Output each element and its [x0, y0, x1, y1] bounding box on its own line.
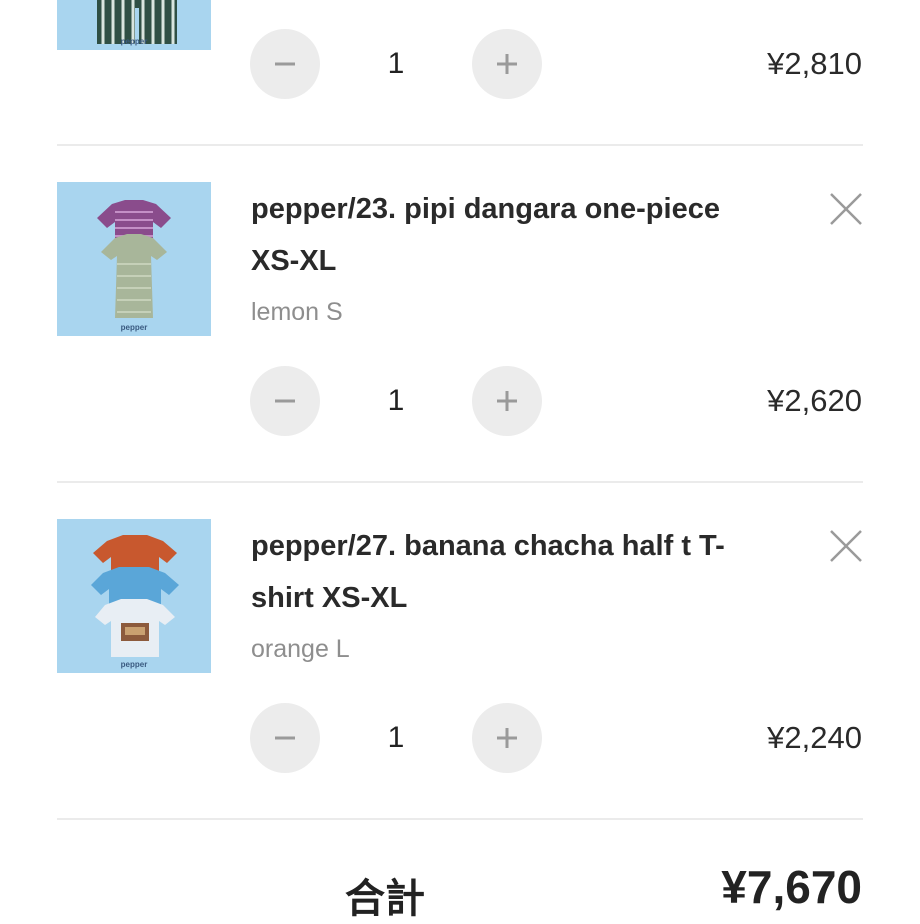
minus-icon: [275, 399, 295, 403]
increase-quantity-button[interactable]: [472, 366, 542, 436]
cart-item: pepper 1 ¥2,810: [0, 0, 920, 144]
product-variant: lemon S: [251, 298, 343, 326]
remove-item-button[interactable]: [828, 191, 864, 227]
minus-icon: [275, 736, 295, 740]
increase-quantity-button[interactable]: [472, 703, 542, 773]
product-brand-label: pepper: [120, 323, 148, 332]
dress-image: [97, 200, 171, 318]
increase-quantity-button[interactable]: [472, 29, 542, 99]
divider: [57, 818, 863, 820]
close-icon: [830, 530, 862, 562]
product-image[interactable]: pepper: [57, 182, 211, 336]
decrease-quantity-button[interactable]: [250, 703, 320, 773]
plus-icon: [497, 391, 517, 411]
quantity-value: 1: [387, 721, 405, 754]
total-label: 合計: [345, 876, 425, 922]
product-brand-label: pepper: [120, 660, 148, 669]
item-price: ¥2,810: [767, 46, 862, 81]
decrease-quantity-button[interactable]: [250, 29, 320, 99]
item-price: ¥2,240: [767, 720, 862, 755]
cart-item: pepper pepper/27. banana chacha half t T…: [0, 483, 920, 819]
product-brand-label: pepper: [120, 37, 148, 46]
remove-item-button[interactable]: [828, 528, 864, 564]
tshirt-image: [91, 535, 179, 657]
quantity-value: 1: [387, 384, 405, 417]
product-variant: orange L: [251, 635, 350, 663]
product-image[interactable]: pepper: [57, 0, 211, 50]
plus-icon: [497, 54, 517, 74]
product-title[interactable]: pepper/23. pipi dangara one-piece XS-XL: [251, 183, 771, 287]
decrease-quantity-button[interactable]: [250, 366, 320, 436]
item-price: ¥2,620: [767, 383, 862, 418]
total-amount: ¥7,670: [721, 861, 862, 913]
product-title[interactable]: pepper/27. banana chacha half t T-shirt …: [251, 520, 771, 624]
minus-icon: [275, 62, 295, 66]
cart-item: pepper pepper/23. pipi dangara one-piece…: [0, 146, 920, 482]
quantity-value: 1: [387, 47, 405, 80]
close-icon: [830, 193, 862, 225]
plus-icon: [497, 728, 517, 748]
product-image[interactable]: pepper: [57, 519, 211, 673]
